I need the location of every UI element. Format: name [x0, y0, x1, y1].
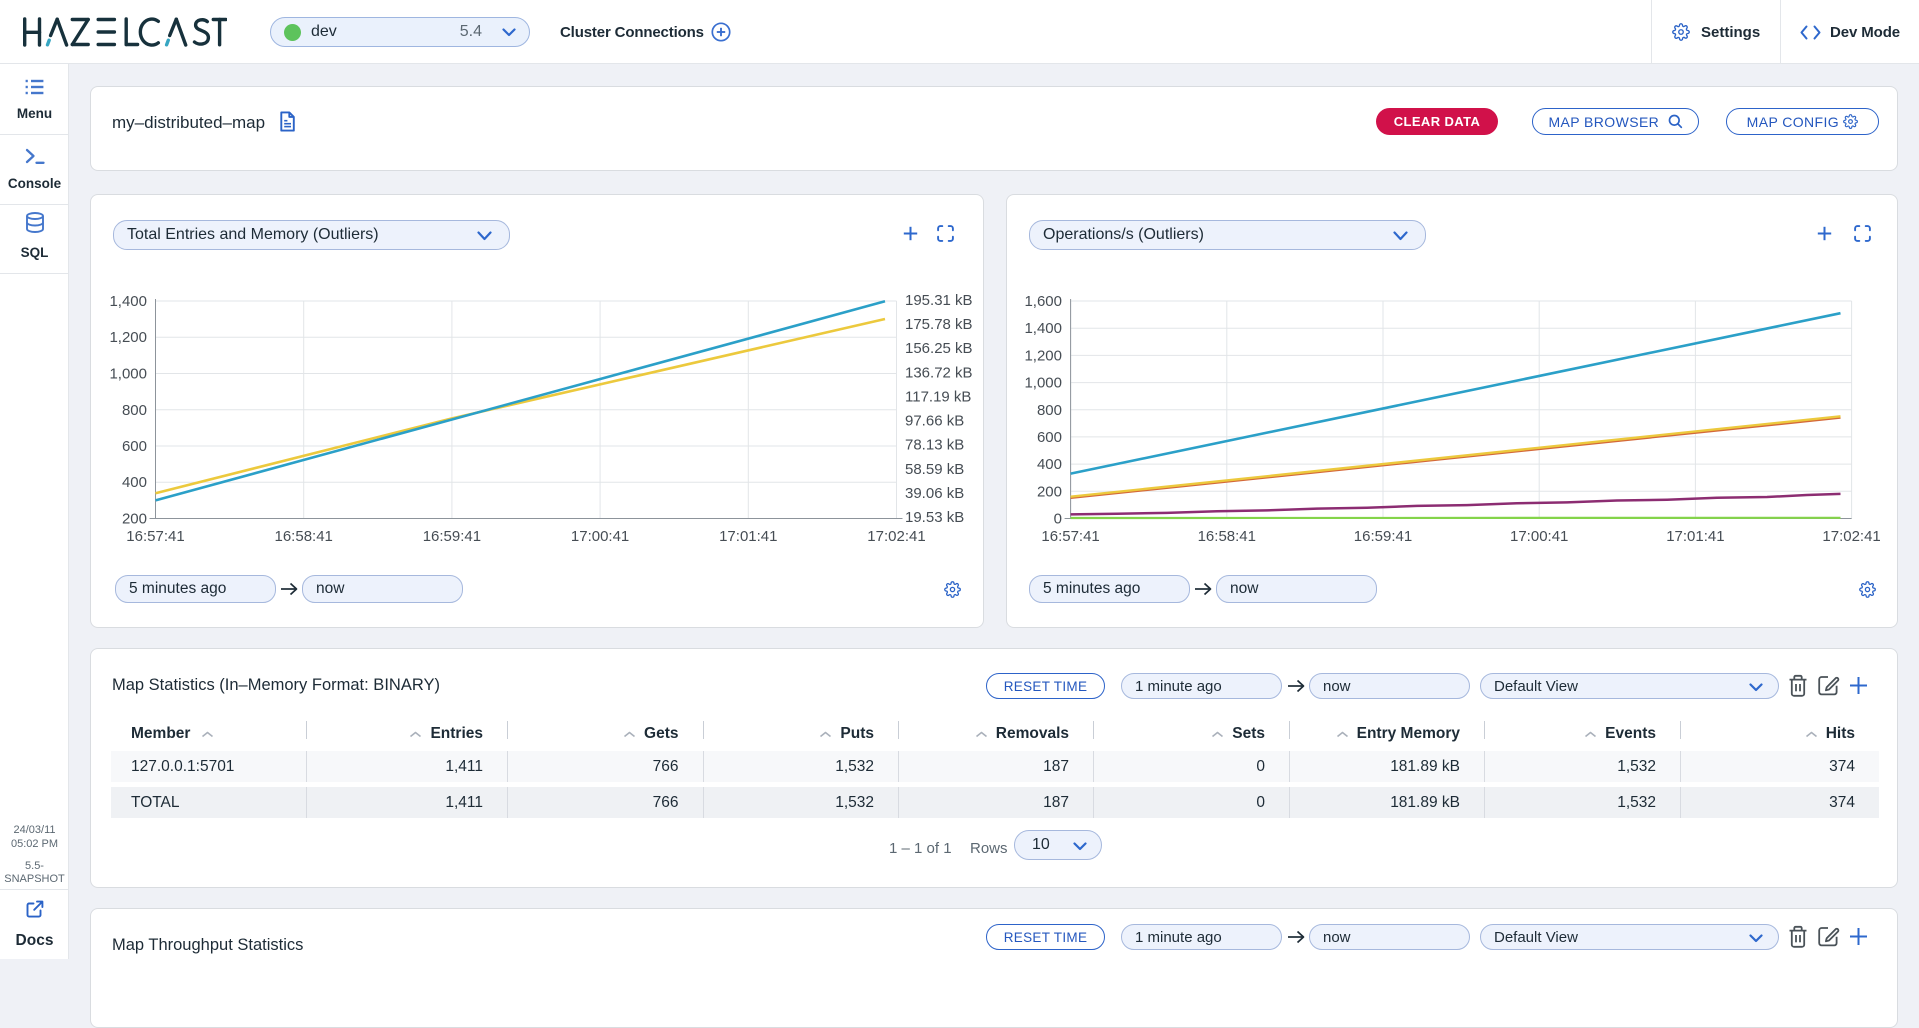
svg-text:17:01:41: 17:01:41: [1666, 528, 1724, 545]
svg-text:58.59 kB: 58.59 kB: [905, 461, 964, 478]
svg-text:16:58:41: 16:58:41: [275, 528, 333, 545]
svg-text:600: 600: [1037, 429, 1062, 446]
svg-text:200: 200: [1037, 483, 1062, 500]
svg-text:1,200: 1,200: [1024, 347, 1062, 364]
svg-text:1,200: 1,200: [109, 329, 147, 346]
svg-text:1,400: 1,400: [1024, 320, 1062, 337]
svg-text:136.72 kB: 136.72 kB: [905, 364, 973, 381]
svg-text:195.31 kB: 195.31 kB: [905, 292, 973, 309]
svg-text:200: 200: [122, 511, 147, 528]
svg-text:156.25 kB: 156.25 kB: [905, 340, 973, 357]
svg-text:1,600: 1,600: [1024, 293, 1062, 310]
svg-text:175.78 kB: 175.78 kB: [905, 316, 973, 333]
svg-text:400: 400: [122, 474, 147, 491]
svg-text:17:02:41: 17:02:41: [867, 528, 925, 545]
svg-text:0: 0: [1054, 511, 1062, 528]
svg-text:16:59:41: 16:59:41: [423, 528, 481, 545]
svg-text:78.13 kB: 78.13 kB: [905, 437, 964, 454]
svg-text:600: 600: [122, 438, 147, 455]
svg-text:16:57:41: 16:57:41: [126, 528, 184, 545]
svg-text:97.66 kB: 97.66 kB: [905, 413, 964, 430]
svg-text:16:57:41: 16:57:41: [1041, 528, 1099, 545]
svg-text:17:02:41: 17:02:41: [1822, 528, 1880, 545]
svg-text:400: 400: [1037, 456, 1062, 473]
svg-text:117.19 kB: 117.19 kB: [905, 388, 971, 405]
svg-text:800: 800: [122, 402, 147, 419]
svg-text:19.53 kB: 19.53 kB: [905, 509, 964, 526]
svg-text:39.06 kB: 39.06 kB: [905, 485, 964, 502]
svg-text:1,000: 1,000: [109, 366, 147, 383]
svg-text:17:00:41: 17:00:41: [571, 528, 629, 545]
svg-text:17:00:41: 17:00:41: [1510, 528, 1568, 545]
svg-text:1,400: 1,400: [109, 293, 147, 310]
svg-text:16:58:41: 16:58:41: [1198, 528, 1256, 545]
svg-text:1,000: 1,000: [1024, 375, 1062, 392]
svg-text:800: 800: [1037, 402, 1062, 419]
svg-text:17:01:41: 17:01:41: [719, 528, 777, 545]
svg-text:16:59:41: 16:59:41: [1354, 528, 1412, 545]
